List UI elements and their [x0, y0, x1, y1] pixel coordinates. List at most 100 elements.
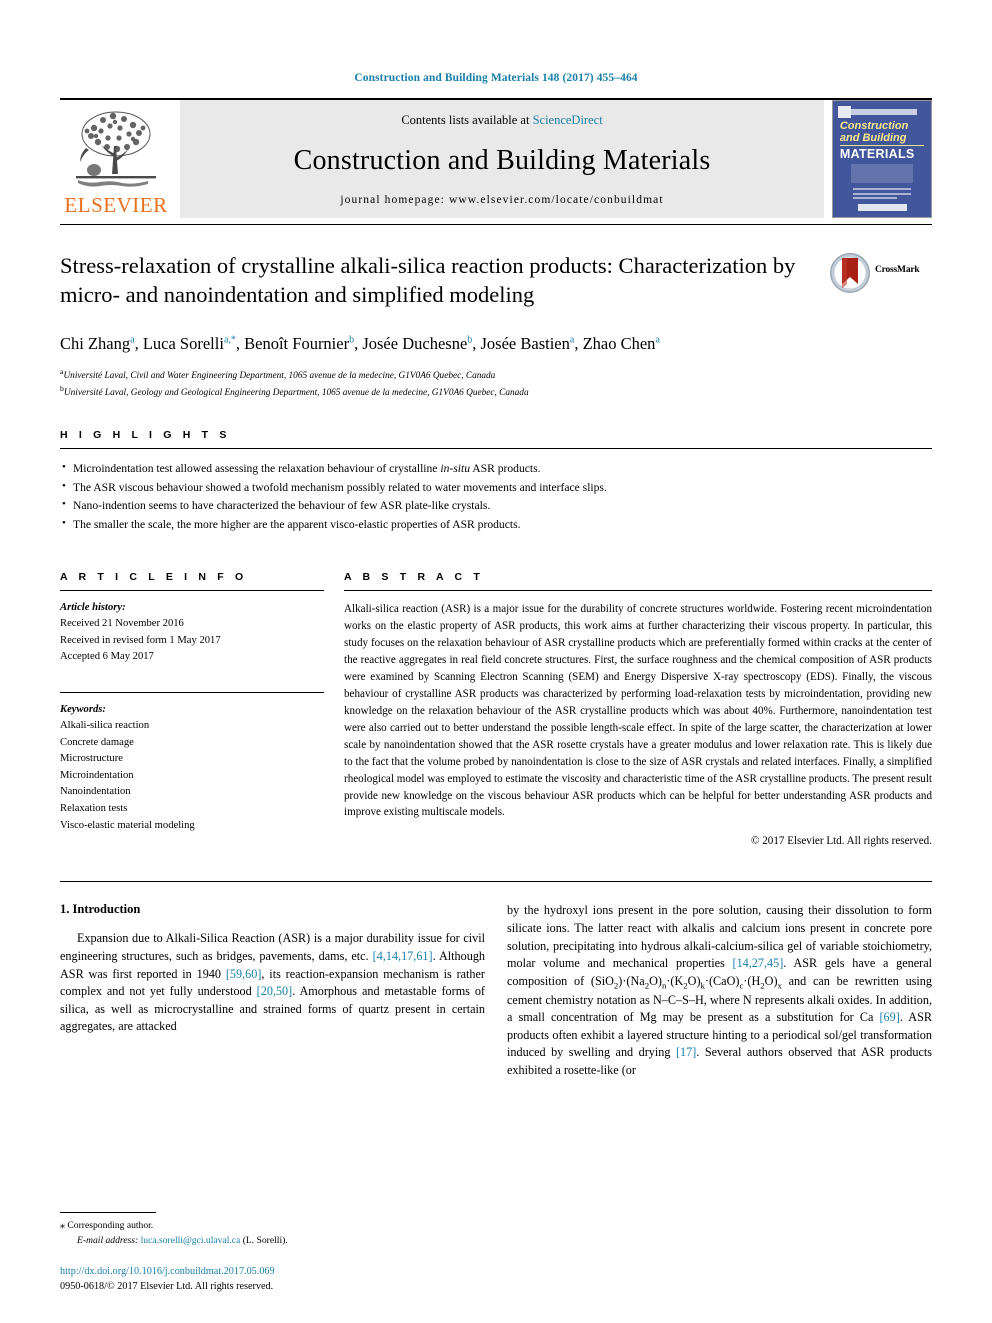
keyword-item: Microstructure: [60, 753, 123, 765]
article-history-lines: Received 21 November 2016 Received in rev…: [60, 616, 324, 666]
citation-link[interactable]: [14,27,45]: [733, 956, 784, 970]
info-gap: [60, 666, 324, 692]
keyword-item: Concrete damage: [60, 736, 134, 748]
highlights-section: H I G H L I G H T S Microindentation tes…: [60, 401, 932, 535]
email-suffix: (L. Sorelli).: [242, 1234, 288, 1246]
citation-link[interactable]: [20,50]: [257, 984, 293, 998]
article-info-column: A R T I C L E I N F O Article history: R…: [60, 571, 324, 848]
contents-available-line: Contents lists available at ScienceDirec…: [401, 113, 602, 128]
author-name: Benoît Fournier: [244, 333, 350, 353]
affiliation-line: aUniversité Laval, Civil and Water Engin…: [60, 366, 496, 381]
page-footnote: ⁎ Corresponding author. E-mail address: …: [60, 1211, 480, 1295]
contents-prefix: Contents lists available at: [401, 113, 533, 127]
elsevier-wordmark: ELSEVIER: [64, 193, 168, 217]
author-list: Chi Zhanga, Luca Sorellia,*, Benoît Four…: [60, 333, 660, 353]
highlight-item: The ASR viscous behaviour showed a twofo…: [60, 478, 932, 498]
article-history-label: Article history:: [60, 601, 126, 613]
cover-abstract-block: [850, 163, 914, 184]
cover-line-b: [852, 192, 912, 195]
highlights-list: Microindentation test allowed assessing …: [60, 459, 932, 535]
doi-link[interactable]: http://dx.doi.org/10.1016/j.conbuildmat.…: [60, 1265, 480, 1280]
cover-line-2: and Building: [839, 131, 907, 144]
keyword-item: Alkali-silica reaction: [60, 720, 150, 732]
author-name: Josée Bastien: [480, 333, 570, 353]
introduction-paragraph-right: by the hydroxyl ions present in the pore…: [507, 902, 932, 1079]
abstract-heading: A B S T R A C T: [344, 570, 484, 583]
footnote-rule: [60, 1211, 156, 1213]
author-affiliation-marker: b: [467, 334, 473, 345]
title-area: Stress-relaxation of crystalline alkali-…: [60, 225, 932, 401]
cover-line-1: Construction: [839, 119, 909, 132]
elsevier-tree-icon: [76, 111, 156, 187]
sciencedirect-link[interactable]: ScienceDirect: [533, 113, 603, 127]
author-name: Luca Sorelli: [142, 333, 224, 353]
author-name: Josée Duchesne: [362, 333, 468, 353]
keywords-block: Keywords: Alkali-silica reaction Concrete…: [60, 693, 324, 834]
citation-link[interactable]: [17]: [676, 1045, 696, 1059]
keyword-item: Relaxation tests: [60, 803, 128, 814]
author-name: Zhao Chen: [582, 333, 656, 353]
cover-line-a: [852, 188, 912, 190]
cover-line-3: MATERIALS: [839, 147, 915, 162]
email-label: E-mail address:: [77, 1234, 139, 1246]
issn-copyright-line: 0950-0618/© 2017 Elsevier Ltd. All right…: [60, 1281, 274, 1293]
abstract-column: A B S T R A C T Alkali-silica reaction (…: [344, 570, 932, 848]
author-affiliation-marker: a: [569, 334, 575, 345]
article-history-block: Article history: Received 21 November 20…: [60, 591, 324, 666]
abstract-copyright: © 2017 Elsevier Ltd. All rights reserved…: [751, 835, 932, 848]
author-name: Chi Zhang: [60, 333, 131, 353]
corresponding-author-label: Corresponding author.: [67, 1219, 154, 1231]
highlight-item: The smaller the scale, the more higher a…: [60, 515, 932, 535]
info-abstract-row: A R T I C L E I N F O Article history: R…: [60, 535, 932, 848]
cover-footer-block: [857, 204, 907, 212]
author-affiliation-marker: a: [655, 334, 660, 345]
highlight-item: Nano-indention seems to have characteriz…: [60, 496, 932, 516]
article-history-item: Accepted 6 May 2017: [60, 651, 154, 663]
corresponding-star: ⁎: [60, 1219, 65, 1231]
crossmark-label: CrossMark: [875, 265, 920, 275]
page-title: Stress-relaxation of crystalline alkali-…: [60, 253, 796, 308]
abstract-text: Alkali-silica reaction (ASR) is a major …: [344, 602, 932, 819]
affiliation-list: aUniversité Laval, Civil and Water Engin…: [60, 366, 818, 401]
crossmark-badge[interactable]: CrossMark: [830, 251, 932, 401]
email-line: E-mail address: luca.sorelli@gci.ulaval.…: [60, 1234, 480, 1249]
elsevier-logo: ELSEVIER: [60, 100, 172, 218]
keywords-lines: Alkali-silica reaction Concrete damage Mic…: [60, 718, 324, 834]
author-affiliation-marker: a: [130, 334, 135, 345]
title-main: Stress-relaxation of crystalline alkali-…: [60, 251, 830, 401]
corresponding-author-note: ⁎ Corresponding author. E-mail address: …: [60, 1218, 480, 1249]
keyword-item: Microindentation: [60, 769, 134, 781]
journal-title: Construction and Building Materials: [293, 145, 711, 176]
cover-title-italic: Construction and Building: [840, 120, 924, 145]
keyword-item: Nanoindentation: [60, 786, 131, 798]
crossmark-icon: [830, 253, 870, 293]
highlights-heading: H I G H L I G H T S: [60, 428, 231, 441]
article-history-item: Received 21 November 2016: [60, 618, 184, 630]
introduction-paragraph-left: Expansion due to Alkali-Silica Reaction …: [60, 930, 485, 1035]
running-head: Construction and Building Materials 148 …: [354, 72, 638, 84]
article-history-item: Received in revised form 1 May 2017: [60, 634, 221, 646]
paper-page: Construction and Building Materials 148 …: [0, 0, 992, 1323]
keywords-label: Keywords:: [60, 703, 106, 715]
journal-cover-thumbnail: Construction and Building MATERIALS: [832, 100, 932, 218]
cover-top-bar: [842, 109, 918, 115]
citation-link[interactable]: [59,60]: [226, 967, 262, 981]
citation-link[interactable]: [69]: [879, 1010, 899, 1024]
journal-masthead: ELSEVIER Contents lists available at Sci…: [60, 100, 932, 218]
article-info-heading: A R T I C L E I N F O: [60, 570, 248, 583]
highlight-item: Microindentation test allowed assessing …: [60, 459, 932, 479]
body-left-column: 1. Introduction Expansion due to Alkali-…: [60, 902, 485, 1079]
citation-link[interactable]: [4,14,17,61]: [373, 949, 433, 963]
cover-badge: [837, 105, 851, 119]
doi-block: http://dx.doi.org/10.1016/j.conbuildmat.…: [60, 1265, 480, 1295]
author-affiliation-marker: a,*: [223, 334, 236, 345]
email-link[interactable]: luca.sorelli@gci.ulaval.ca: [141, 1235, 241, 1246]
body-columns: 1. Introduction Expansion due to Alkali-…: [60, 882, 932, 1079]
journal-homepage-link[interactable]: journal homepage: www.elsevier.com/locat…: [340, 194, 663, 206]
cover-rule: [839, 144, 925, 146]
masthead-center: Contents lists available at ScienceDirec…: [180, 100, 824, 218]
highlights-rule: [60, 447, 932, 449]
affiliation-line: bUniversité Laval, Geology and Geologica…: [60, 384, 529, 399]
keyword-item: Visco-elastic material modeling: [60, 819, 195, 831]
cover-line-c: [852, 197, 897, 200]
